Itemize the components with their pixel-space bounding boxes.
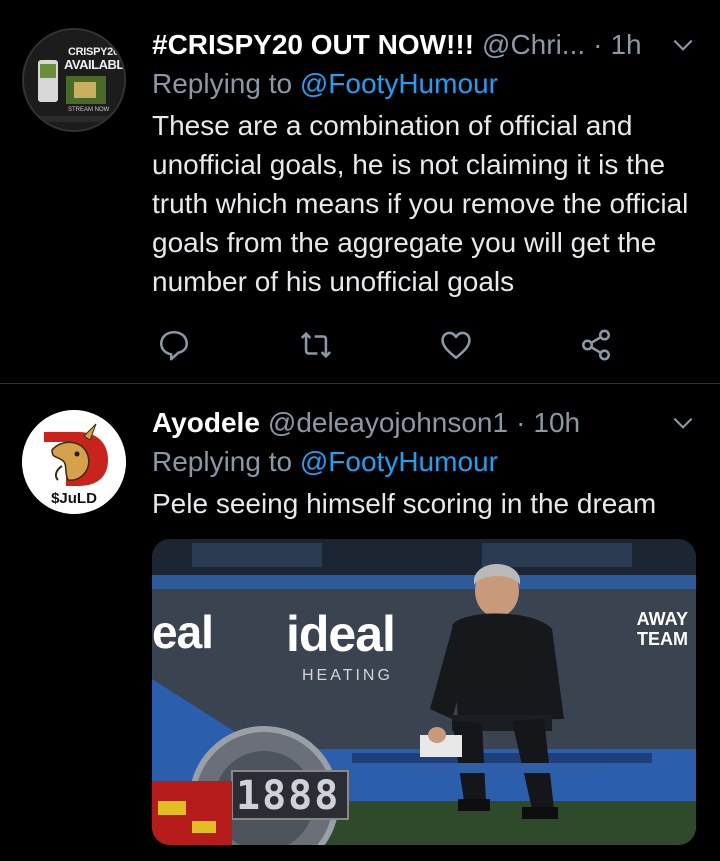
avatar-stream-text: STREAM NOW	[68, 107, 110, 113]
user-avatar[interactable]: CRISPY20 AVAILABLE STREAM NOW	[22, 28, 126, 132]
tweet-1[interactable]: CRISPY20 AVAILABLE STREAM NOW #CRISPY20 …	[0, 0, 720, 384]
replying-to: Replying to @FootyHumour	[152, 446, 696, 478]
replying-to: Replying to @FootyHumour	[152, 68, 696, 100]
display-name[interactable]: #CRISPY20 OUT NOW!!!	[152, 29, 474, 61]
board-right-text: AWAY TEAM	[636, 609, 688, 649]
mention-link[interactable]: @FootyHumour	[300, 446, 498, 477]
tweet-text: Pele seeing himself scoring in the dream	[152, 488, 657, 519]
avatar-monogram: $JuLD	[51, 490, 97, 507]
board-brand-text: ideal	[286, 606, 396, 662]
reply-icon[interactable]	[156, 328, 192, 362]
user-handle[interactable]: @deleayojohnson1	[268, 407, 508, 439]
replying-prefix: Replying to	[152, 68, 293, 99]
media-photo	[152, 539, 696, 845]
like-icon[interactable]	[438, 328, 474, 362]
mention-link[interactable]: @FootyHumour	[300, 68, 498, 99]
tweet-header: Ayodele @deleayojohnson1 · 10h	[152, 404, 696, 442]
timestamp[interactable]: 10h	[533, 407, 580, 439]
user-handle[interactable]: @Chri...	[482, 29, 585, 61]
tweet-actions	[152, 328, 622, 362]
avatar-subtitle: AVAILABLE	[64, 57, 126, 72]
display-name[interactable]: Ayodele	[152, 407, 260, 439]
share-icon[interactable]	[578, 328, 614, 362]
scoreboard-digits: 1888	[236, 773, 341, 819]
board-left-text: eal	[152, 606, 214, 658]
tweet-header: #CRISPY20 OUT NOW!!! @Chri... · 1h	[152, 26, 696, 64]
separator-dot: ·	[516, 407, 526, 438]
chevron-down-icon[interactable]	[670, 32, 696, 58]
timestamp[interactable]: 1h	[610, 29, 641, 61]
tweet-media-image[interactable]: eal ideal HEATING AWAY TEAM 1888	[152, 539, 696, 845]
user-avatar[interactable]: $JuLD	[22, 410, 126, 514]
tweet-text: These are a combination of official and …	[152, 110, 689, 297]
separator-dot: ·	[593, 29, 603, 60]
board-sub-text: HEATING	[302, 667, 393, 684]
replying-prefix: Replying to	[152, 446, 293, 477]
retweet-icon[interactable]	[298, 328, 334, 362]
chevron-down-icon[interactable]	[670, 410, 696, 436]
